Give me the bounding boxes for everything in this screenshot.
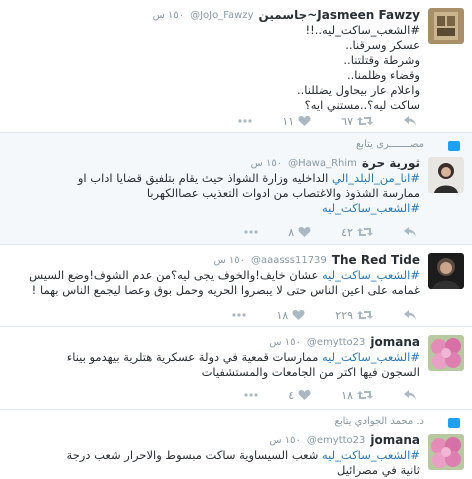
follow-icon [448, 141, 460, 151]
user-name[interactable]: ثورية حرة [362, 156, 420, 170]
more-button[interactable] [244, 393, 258, 397]
reply-button[interactable] [403, 309, 417, 321]
tweet-text: #انا_من_البلد_الي الداخليه وزارة الشواذ … [50, 171, 420, 216]
tweet-header: ثورية حرة @Hawa_Rhim ١٥٠ س [251, 155, 420, 171]
more-button[interactable] [244, 230, 258, 234]
tweet-card[interactable]: مصـــــــرى يتابع ثورية حرة @Hawa_Rhim ١… [0, 133, 472, 245]
user-name[interactable]: jomana [370, 433, 420, 447]
reply-button[interactable] [403, 226, 417, 238]
reply-button[interactable] [403, 115, 417, 127]
reply-button[interactable] [403, 389, 417, 401]
user-handle[interactable]: @emytto23 [307, 337, 366, 348]
tweet-card[interactable]: jomana @emytto23 ١٥٠ س #الشعب_ساكت_ليه م… [0, 327, 472, 410]
user-handle[interactable]: @aaasss11739 [251, 255, 327, 266]
timestamp[interactable]: ١٥٠ س [213, 255, 245, 266]
user-name[interactable]: jomana [370, 335, 420, 349]
retweet-count: ٤٢ [341, 225, 353, 239]
more-button[interactable] [238, 119, 252, 123]
user-name[interactable]: The Red Tide [332, 253, 420, 267]
heart-icon [298, 116, 311, 126]
tweet-card[interactable]: The Red Tide @aaasss11739 ١٥٠ س #الشعب_س… [0, 245, 472, 327]
like-count: ١١ [282, 114, 295, 128]
hashtag-link[interactable]: #الشعب_ساكت_ليه [322, 268, 420, 282]
avatar[interactable] [428, 157, 464, 193]
tweet-actions: ١٨ ٤ [244, 388, 417, 402]
more-icon [232, 313, 247, 317]
heart-icon [298, 227, 311, 237]
hashtag-link[interactable]: #الشعب_ساكت_ليه [322, 350, 420, 364]
timestamp[interactable]: ١٥٠ س [251, 158, 283, 169]
more-button[interactable] [232, 313, 247, 317]
retweet-count: ١٨ [341, 388, 353, 402]
avatar[interactable] [428, 253, 464, 289]
like-count: ١٨ [276, 308, 289, 322]
retweet-icon [357, 228, 373, 236]
tweet-actions: ٤٢ ٨ [244, 225, 417, 239]
retweet-icon [357, 391, 373, 399]
tweet-actions: ٦٧ ١١ [238, 114, 417, 128]
hashtag-link[interactable]: #انا_من_البلد_الي [332, 171, 420, 185]
more-icon [244, 393, 258, 397]
retweet-icon [357, 311, 373, 319]
heart-icon [292, 310, 305, 320]
like-count: ٨ [288, 225, 295, 239]
tweet-card[interactable]: Jasmeen Fawzy~جاسمين @JoJo_Fawzy ١٥٠ س #… [0, 0, 472, 133]
follow-icon [448, 418, 460, 428]
tweet-header: jomana @emytto23 ١٥٠ س [269, 334, 420, 350]
tweet-text: #الشعب_ساكت_ليه شعب السيساوية ساكت مبسوط… [50, 448, 420, 478]
more-icon [244, 230, 258, 234]
tweet-header: The Red Tide @aaasss11739 ١٥٠ س [213, 252, 420, 268]
reply-icon [404, 310, 416, 320]
hashtag-link[interactable]: #الشعب_ساكت_ليه [322, 201, 420, 215]
timestamp[interactable]: ١٥٠ س [269, 337, 301, 348]
like-button[interactable]: ٨ [288, 226, 311, 239]
tweet-text: #الشعب_ساكت_ليه عشان خايف!والخوف يجى ليه… [20, 268, 420, 298]
retweet-button[interactable]: ١٨ [341, 389, 373, 402]
like-button[interactable]: ٤ [288, 389, 311, 402]
retweet-count: ٦٧ [341, 114, 353, 128]
avatar[interactable] [428, 335, 464, 371]
hashtag-link[interactable]: #الشعب_ساكت_ليه [322, 448, 420, 462]
avatar[interactable] [428, 8, 464, 44]
user-handle[interactable]: @JoJo_Fawzy [190, 10, 253, 21]
heart-icon [298, 390, 311, 400]
user-handle[interactable]: @emytto23 [307, 435, 366, 446]
like-count: ٤ [288, 388, 295, 402]
timestamp[interactable]: ١٥٠ س [153, 10, 185, 21]
timestamp[interactable]: ١٥٠ س [269, 435, 301, 446]
tweet-card[interactable]: د. محمد الجوادي يتابع jomana @emytto23 ١… [0, 410, 472, 479]
tweet-header: Jasmeen Fawzy~جاسمين @JoJo_Fawzy ١٥٠ س [153, 7, 420, 23]
tweet-actions: ٢٢٩ ١٨ [232, 308, 417, 322]
retweet-button[interactable]: ٢٢٩ [335, 309, 373, 322]
timeline: Jasmeen Fawzy~جاسمين @JoJo_Fawzy ١٥٠ س #… [0, 0, 472, 479]
retweeted-by[interactable]: مصـــــــرى يتابع [356, 139, 424, 150]
like-button[interactable]: ١١ [282, 115, 311, 128]
retweet-button[interactable]: ٦٧ [341, 115, 373, 128]
tweet-text: #الشعب_ساكت_ليه..!! عسكر وسرقنا.. وشرطة … [296, 23, 420, 112]
reply-icon [404, 227, 416, 237]
user-handle[interactable]: @Hawa_Rhim [288, 158, 357, 169]
retweet-icon [357, 117, 373, 125]
reply-icon [404, 116, 416, 126]
avatar[interactable] [428, 434, 464, 470]
more-icon [238, 119, 252, 123]
reply-icon [404, 390, 416, 400]
tweet-header: jomana @emytto23 ١٥٠ س [269, 432, 420, 448]
tweet-text: #الشعب_ساكت_ليه ممارسات قمعية في دولة عس… [60, 350, 420, 380]
retweet-count: ٢٢٩ [335, 308, 353, 322]
user-name[interactable]: Jasmeen Fawzy~جاسمين [259, 8, 420, 22]
retweeted-by[interactable]: د. محمد الجوادي يتابع [335, 416, 424, 427]
retweet-button[interactable]: ٤٢ [341, 226, 373, 239]
like-button[interactable]: ١٨ [276, 309, 305, 322]
